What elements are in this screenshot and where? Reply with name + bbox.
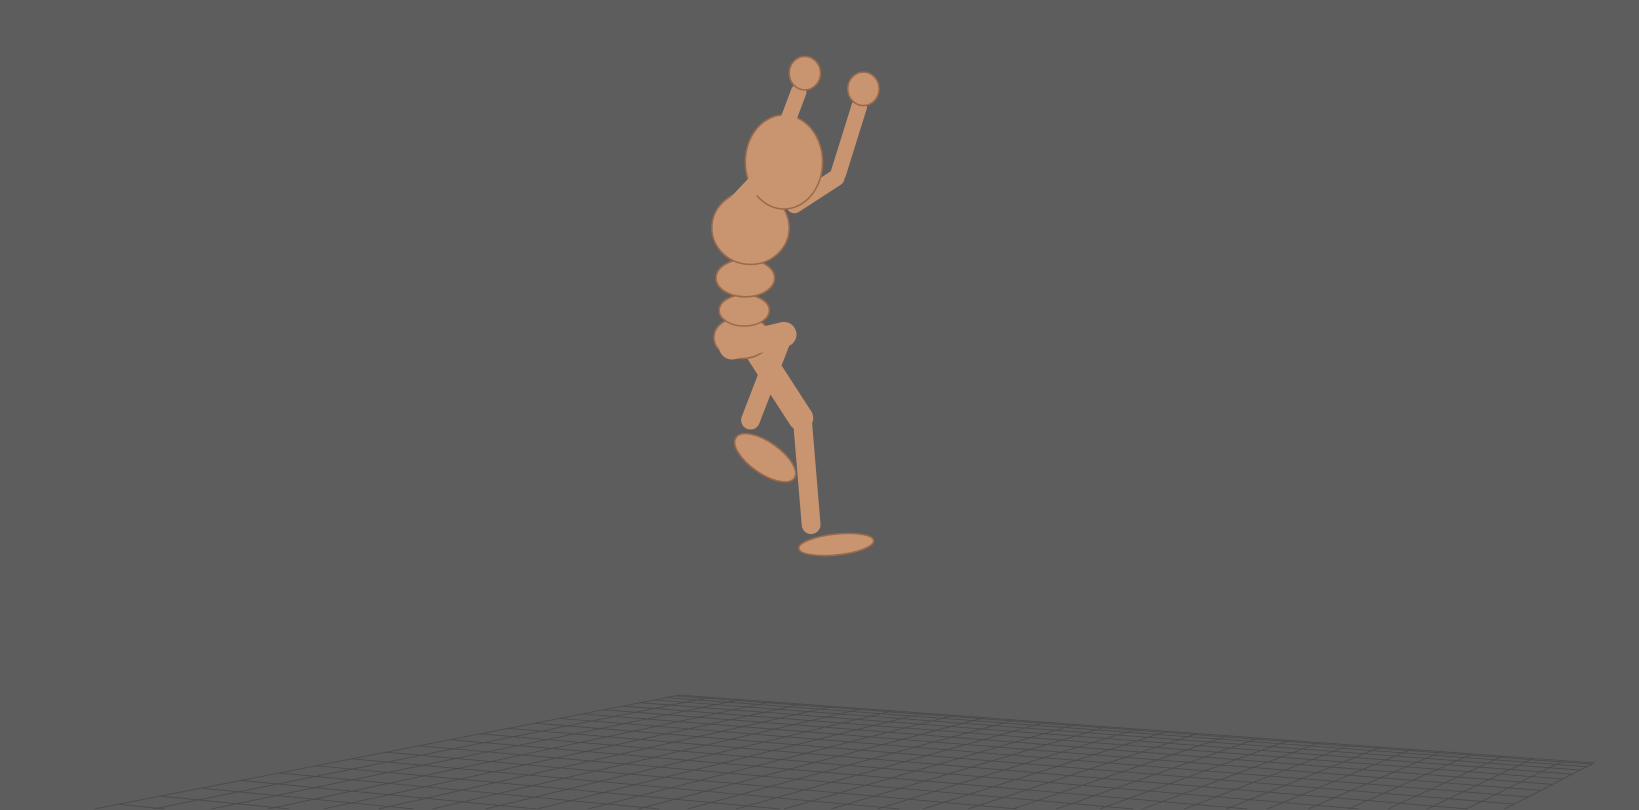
- right-fist[interactable]: [846, 71, 880, 107]
- grid-line: [351, 758, 900, 810]
- grid-line: [201, 787, 414, 810]
- viewport-canvas[interactable]: [0, 0, 1639, 810]
- grid-line: [211, 699, 741, 810]
- 3d-viewport[interactable]: [0, 0, 1639, 810]
- pelvis[interactable]: [718, 293, 771, 327]
- grid-line: [877, 728, 1137, 810]
- grid-line: [268, 701, 771, 810]
- grid-line: [638, 717, 985, 810]
- ground-grid: [94, 694, 1595, 810]
- right-foot[interactable]: [798, 530, 875, 559]
- grid-line: [1184, 744, 1351, 810]
- left-fist[interactable]: [788, 55, 822, 91]
- grid-line: [118, 803, 165, 810]
- grid-line: [316, 765, 780, 810]
- right-shin[interactable]: [793, 414, 821, 535]
- mannequin-character[interactable]: [711, 55, 880, 559]
- grid-line: [736, 721, 1046, 810]
- grid-line: [279, 772, 659, 810]
- grid-line: [1307, 751, 1442, 810]
- grid-line: [160, 795, 290, 810]
- right-forearm[interactable]: [830, 98, 868, 182]
- left-foot[interactable]: [727, 425, 803, 491]
- grid-line: [479, 733, 1359, 810]
- grid-line: [1267, 748, 1412, 810]
- grid-line: [1465, 760, 1564, 810]
- grid-line: [831, 726, 1107, 810]
- grid-line: [1056, 737, 1259, 810]
